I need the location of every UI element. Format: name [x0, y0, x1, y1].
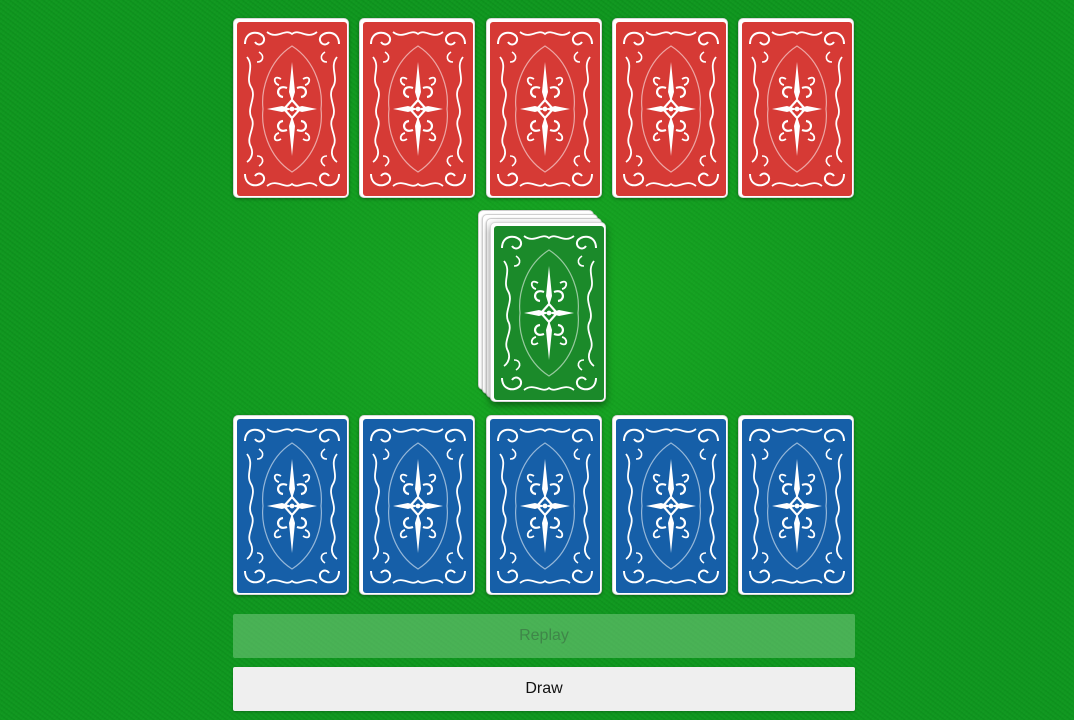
blue-card-back-pattern — [363, 419, 473, 593]
player-card[interactable] — [738, 415, 854, 595]
blue-card-back-pattern — [237, 419, 347, 593]
red-card-back-pattern — [616, 22, 726, 196]
blue-card-back-pattern — [490, 419, 600, 593]
red-card-back-pattern — [363, 22, 473, 196]
deck-top-card[interactable] — [490, 222, 606, 402]
opponent-card — [359, 18, 475, 198]
red-card-back-pattern — [742, 22, 852, 196]
blue-card-back-pattern — [742, 419, 852, 593]
blue-card-back-pattern — [616, 419, 726, 593]
red-card-back-pattern — [490, 22, 600, 196]
opponent-card — [612, 18, 728, 198]
opponent-card — [738, 18, 854, 198]
draw-button[interactable]: Draw — [233, 667, 855, 711]
card-table: Replay Draw — [0, 0, 1074, 720]
player-card[interactable] — [486, 415, 602, 595]
player-card[interactable] — [612, 415, 728, 595]
replay-button[interactable]: Replay — [233, 614, 855, 658]
opponent-card — [486, 18, 602, 198]
player-card[interactable] — [359, 415, 475, 595]
player-card[interactable] — [233, 415, 349, 595]
opponent-card — [233, 18, 349, 198]
green-card-back-pattern — [494, 226, 604, 400]
red-card-back-pattern — [237, 22, 347, 196]
